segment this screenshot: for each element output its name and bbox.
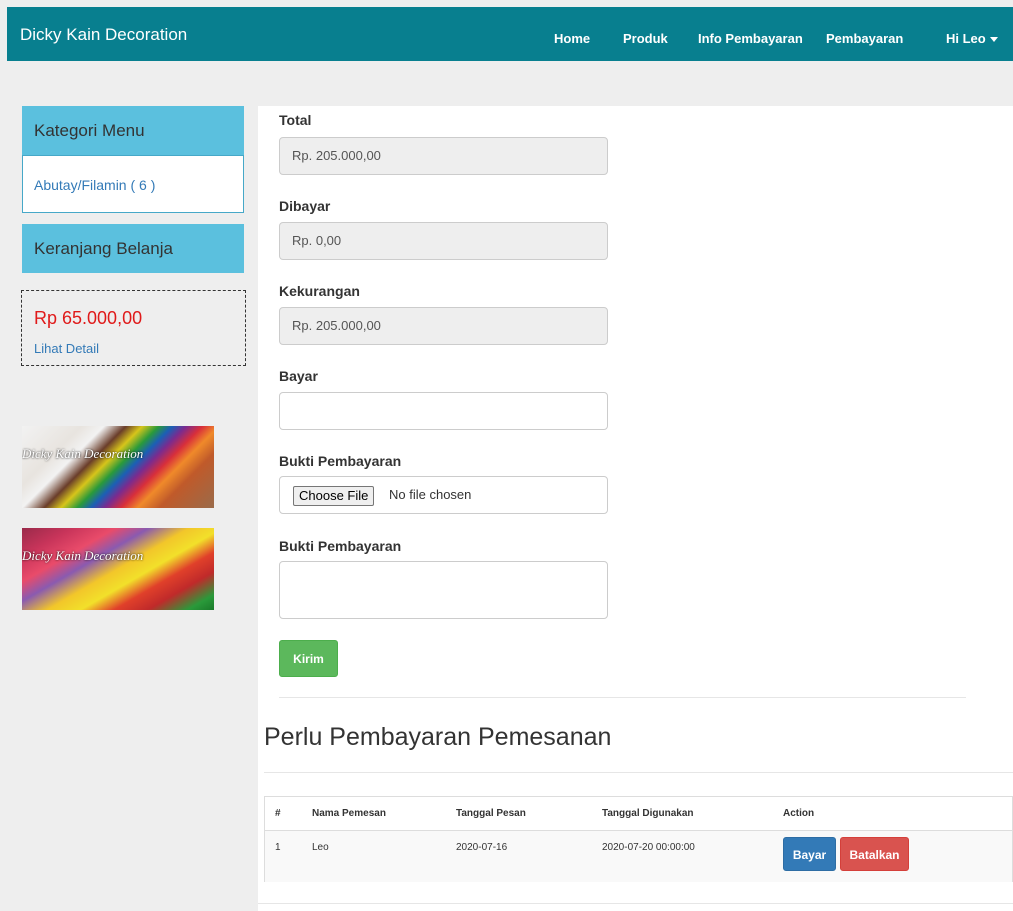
nav-home[interactable]: Home: [554, 31, 590, 46]
caret-down-icon: [989, 37, 998, 43]
cell-nama: Leo: [312, 842, 329, 853]
nav-info-pembayaran[interactable]: Info Pembayaran: [698, 31, 803, 46]
bayar-button[interactable]: Bayar: [783, 837, 836, 871]
category-list: Abutay/Filamin ( 6 ): [22, 155, 244, 213]
title-divider: [264, 772, 1013, 773]
batalkan-button[interactable]: Batalkan: [840, 837, 909, 871]
category-menu-header: Kategori Menu: [22, 106, 244, 156]
cart-header: Keranjang Belanja: [22, 224, 244, 273]
main-content: Total Rp. 205.000,00 Dibayar Rp. 0,00 Ke…: [258, 106, 1013, 911]
cell-tanggal-pesan: 2020-07-16: [456, 842, 508, 853]
pending-payments-title: Perlu Pembayaran Pemesanan: [264, 723, 612, 751]
kekurangan-input[interactable]: Rp. 205.000,00: [279, 307, 608, 345]
col-header-action: Action: [783, 808, 815, 819]
pending-orders-table: # Nama Pemesan Tanggal Pesan Tanggal Dig…: [264, 796, 1013, 882]
bukti-file-field: Choose File No file chosen: [279, 476, 608, 514]
bukti-textarea[interactable]: [279, 561, 608, 619]
kekurangan-label: Kekurangan: [279, 283, 360, 299]
category-item-abutay[interactable]: Abutay/Filamin ( 6 ): [34, 177, 155, 193]
cell-tanggal-digunakan: 2020-07-20 00:00:00: [602, 842, 695, 853]
divider: [279, 697, 966, 698]
nav-produk[interactable]: Produk: [623, 31, 668, 46]
col-header-no: #: [275, 808, 281, 819]
banner-1-text: Dicky Kain Decoration: [22, 446, 144, 461]
cart-detail-link[interactable]: Lihat Detail: [34, 341, 99, 356]
banner-image-1[interactable]: Dicky Kain Decoration: [22, 426, 214, 508]
brand-link[interactable]: Dicky Kain Decoration: [20, 25, 187, 45]
table-header-divider: [265, 830, 1012, 831]
choose-file-button[interactable]: Choose File: [293, 486, 375, 506]
dibayar-label: Dibayar: [279, 198, 331, 214]
navbar: Dicky Kain Decoration Home Produk Info P…: [7, 7, 1013, 61]
user-menu[interactable]: Hi Leo: [946, 31, 998, 46]
col-header-tanggal-digunakan: Tanggal Digunakan: [602, 808, 694, 819]
dibayar-input[interactable]: Rp. 0,00: [279, 222, 608, 260]
banner-2-text: Dicky Kain Decoration: [22, 548, 144, 563]
col-header-tanggal-pesan: Tanggal Pesan: [456, 808, 526, 819]
bukti-pembayaran-label: Bukti Pembayaran: [279, 453, 402, 469]
bayar-input[interactable]: [279, 392, 608, 430]
file-status: No file chosen: [389, 487, 472, 502]
cell-no: 1: [275, 842, 281, 853]
bukti-pembayaran-label-2: Bukti Pembayaran: [279, 538, 402, 554]
cart-summary: Rp 65.000,00 Lihat Detail: [21, 290, 246, 366]
total-input[interactable]: Rp. 205.000,00: [279, 137, 608, 175]
col-header-nama: Nama Pemesan: [312, 808, 386, 819]
nav-pembayaran[interactable]: Pembayaran: [826, 31, 903, 46]
cart-total: Rp 65.000,00: [34, 308, 143, 328]
kirim-button[interactable]: Kirim: [279, 640, 338, 677]
bottom-divider: [258, 903, 1013, 904]
total-label: Total: [279, 112, 312, 128]
bayar-label: Bayar: [279, 368, 318, 384]
banner-image-2[interactable]: Dicky Kain Decoration: [22, 528, 214, 610]
user-menu-label: Hi Leo: [946, 31, 986, 46]
